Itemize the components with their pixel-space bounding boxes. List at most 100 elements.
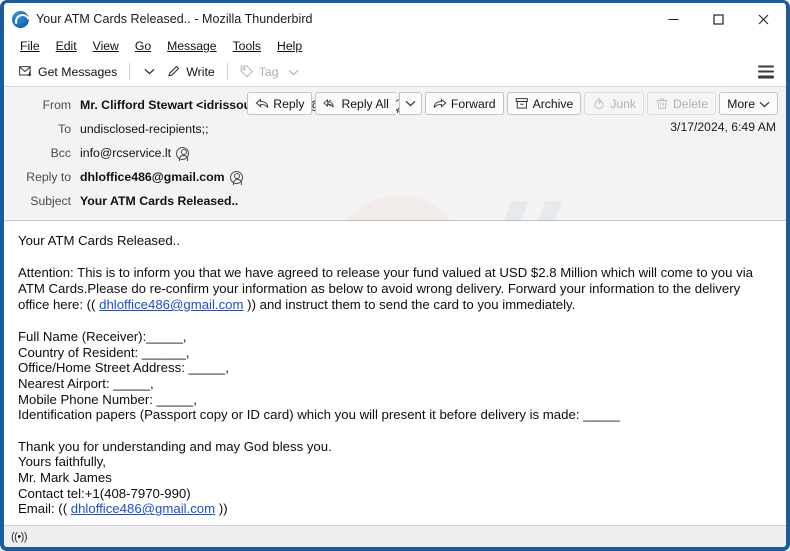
reply-label: Reply <box>273 96 305 111</box>
closing-line-email: Email: (( dhloffice486@gmail.com )) <box>18 501 772 517</box>
contact-avatar-icon[interactable] <box>176 146 190 161</box>
reply-all-button[interactable]: Reply All <box>315 92 396 115</box>
header-label-subject: Subject <box>30 194 71 208</box>
message-date: 3/17/2024, 6:49 AM <box>670 120 776 134</box>
maximize-icon[interactable] <box>696 3 741 35</box>
header-value-subject: Your ATM Cards Released.. <box>80 194 238 208</box>
body-spacer-1 <box>18 249 772 265</box>
menu-edit-label: Edit <box>55 39 77 53</box>
menu-bar: File Edit View Go Message Tools Help <box>4 35 786 57</box>
main-toolbar: Get Messages Write Tag <box>4 57 786 87</box>
delete-button[interactable]: Delete <box>646 92 717 115</box>
header-label-from: From <box>42 98 71 112</box>
get-messages-button[interactable]: Get Messages <box>14 63 122 81</box>
junk-label: Junk <box>610 96 636 111</box>
more-label: More <box>727 96 755 111</box>
tag-dropdown-icon[interactable] <box>288 65 299 79</box>
get-messages-label: Get Messages <box>38 64 118 79</box>
reply-all-dropdown[interactable] <box>398 92 422 115</box>
header-row-bcc: Bcc info@rcservice.lt <box>4 141 786 165</box>
archive-box-icon <box>515 97 529 110</box>
menu-file[interactable]: File <box>12 37 48 55</box>
write-label: Write <box>186 64 215 79</box>
message-action-buttons: Reply Reply All Forward Archive Junk Del… <box>247 92 778 115</box>
write-button[interactable]: Write <box>162 63 219 81</box>
menu-view[interactable]: View <box>85 37 127 55</box>
thunderbird-window: Your ATM Cards Released.. - Mozilla Thun… <box>0 0 790 551</box>
email-line-post-text: )) <box>218 501 228 517</box>
minimize-icon[interactable] <box>651 3 696 35</box>
junk-button[interactable]: Junk <box>584 92 644 115</box>
paragraph-1-post-text: )) and instruct them to send the card to… <box>247 297 576 312</box>
window-controls <box>651 3 786 35</box>
header-value-to: undisclosed-recipients;; <box>80 122 209 136</box>
trash-icon <box>655 97 669 110</box>
form-line-id-papers: Identification papers (Passport copy or … <box>18 407 620 423</box>
message-header-pane: // From Mr. Clifford Stewart <idrissouat… <box>4 87 786 333</box>
toolbar-separator-1 <box>129 63 131 80</box>
email-link-footer[interactable]: dhloffice486@gmail.com <box>71 501 215 516</box>
broadcast-icon[interactable]: ((•)) <box>11 531 28 543</box>
toolbar-separator-2 <box>226 63 228 80</box>
reply-to-address-text: dhloffice486@gmail.com <box>80 170 225 184</box>
header-value-bcc: info@rcservice.lt <box>80 146 190 161</box>
menu-message[interactable]: Message <box>159 37 224 55</box>
email-line-pre-text: Email: (( <box>18 501 68 517</box>
menu-message-label: Message <box>167 39 217 53</box>
menu-edit[interactable]: Edit <box>48 37 85 55</box>
closing-line-name: Mr. Mark James <box>18 469 112 485</box>
title-bar: Your ATM Cards Released.. - Mozilla Thun… <box>4 3 786 35</box>
form-line-full-name: Full Name (Receiver):_____, <box>18 329 187 345</box>
status-bar: ((•)) <box>4 525 786 547</box>
email-link-inline[interactable]: dhloffice486@gmail.com <box>99 297 243 312</box>
reply-arrow-icon <box>255 97 269 110</box>
forward-arrow-icon <box>433 97 447 110</box>
form-line-country: Country of Resident: ______, <box>18 344 190 360</box>
thunderbird-logo-icon <box>12 10 29 28</box>
menu-help[interactable]: Help <box>269 37 310 55</box>
reply-all-label: Reply All <box>341 96 389 111</box>
menu-tools[interactable]: Tools <box>225 37 269 55</box>
header-label-bcc: Bcc <box>50 146 71 160</box>
chevron-down-icon <box>759 97 770 111</box>
menu-help-label: Help <box>277 39 303 53</box>
contact-avatar-icon[interactable] <box>229 170 243 185</box>
menu-go[interactable]: Go <box>127 37 159 55</box>
form-line-airport: Nearest Airport: _____, <box>18 375 154 391</box>
forward-label: Forward <box>450 96 496 111</box>
hamburger-menu-icon[interactable] <box>758 65 774 78</box>
form-line-address: Office/Home Street Address: _____, <box>18 360 229 376</box>
menu-go-label: Go <box>134 39 152 53</box>
archive-button[interactable]: Archive <box>506 92 582 115</box>
bcc-address-text: info@rcservice.lt <box>80 146 172 160</box>
more-button[interactable]: More <box>719 92 778 115</box>
tag-button[interactable]: Tag <box>235 63 304 81</box>
form-line-phone: Mobile Phone Number: _____, <box>18 391 197 407</box>
tag-label: Tag <box>258 64 279 79</box>
envelope-download-icon <box>19 65 33 78</box>
pencil-icon <box>167 65 181 78</box>
header-row-to: To undisclosed-recipients;; <box>4 117 786 141</box>
to-address-text: undisclosed-recipients;; <box>80 122 209 136</box>
menu-view-label: View <box>92 39 119 53</box>
get-messages-dropdown[interactable] <box>137 66 162 77</box>
subject-text: Your ATM Cards Released.. <box>80 194 239 208</box>
flame-icon <box>592 97 606 110</box>
menu-tools-label: Tools <box>232 39 262 53</box>
header-label-to: To <box>58 122 71 136</box>
message-body: com Your ATM Cards Released.. Attention:… <box>4 221 786 527</box>
header-row-subject: Subject Your ATM Cards Released.. <box>4 189 786 213</box>
header-label-reply-to: Reply to <box>26 170 71 184</box>
window-title: Your ATM Cards Released.. - Mozilla Thun… <box>36 12 313 26</box>
body-spacer-2 <box>18 313 772 329</box>
forward-button[interactable]: Forward <box>424 92 504 115</box>
archive-label: Archive <box>532 96 574 111</box>
closing-line-thanks: Thank you for understanding and may God … <box>18 438 332 454</box>
header-row-reply-to: Reply to dhloffice486@gmail.com <box>4 165 786 189</box>
tag-icon <box>240 65 254 78</box>
reply-all-arrow-icon <box>323 97 337 110</box>
delete-label: Delete <box>672 96 709 111</box>
reply-button[interactable]: Reply <box>247 92 313 115</box>
closing-line-phone: Contact tel:+1(408-7970-990) <box>18 485 191 501</box>
close-icon[interactable] <box>741 3 786 35</box>
